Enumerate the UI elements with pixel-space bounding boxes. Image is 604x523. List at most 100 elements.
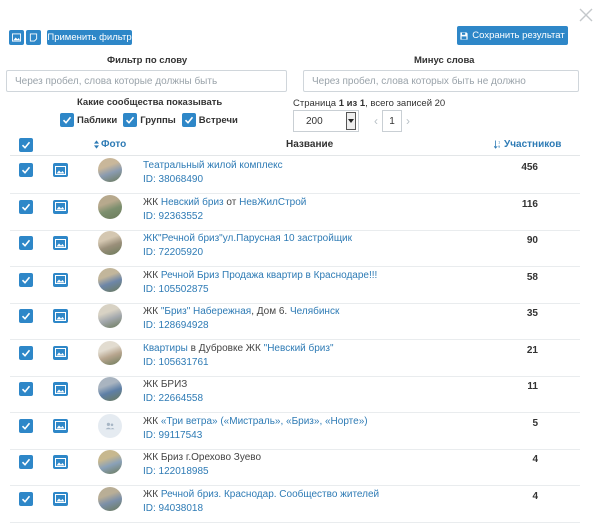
minus-words-input[interactable]: Через пробел, слова которых быть не долж… <box>303 70 579 92</box>
members-count: 456 <box>521 162 538 173</box>
checkbox-checked-icon[interactable] <box>123 113 138 127</box>
community-id: ID: 92363552 <box>143 210 204 222</box>
community-id: ID: 72205920 <box>143 247 204 258</box>
members-count: 5 <box>532 417 538 429</box>
checkbox-checked-icon[interactable] <box>181 113 196 127</box>
community-id: ID: 105631761 <box>143 356 209 368</box>
community-name-text: ЖК Бриз г.Орехово Зуево <box>143 452 262 463</box>
members-count: 90 <box>526 235 538 246</box>
table-row[interactable]: ЖК Невский бриз от НевЖилСтрой ID: 92363… <box>10 192 580 231</box>
community-name-link[interactable]: Театральный жилой комплекс <box>143 160 283 171</box>
image-icon <box>55 384 66 394</box>
row-image-button[interactable] <box>53 345 68 360</box>
table-row[interactable]: ЖК «Три ветра» («Мистраль», «Бриз», «Нор… <box>10 411 580 450</box>
sort-members-header[interactable]: 19 Участников <box>494 139 561 150</box>
community-avatar[interactable] <box>98 377 122 401</box>
table-row[interactable]: Квартиры в Дубровке ЖК "Невский бриз" ID… <box>10 338 580 377</box>
row-checkbox[interactable] <box>19 345 33 360</box>
table-row[interactable]: ЖК Речной Бриз Продажа квартир в Краснод… <box>10 265 580 304</box>
table-row[interactable]: ЖК Бриз г.Орехово Зуево ID: 122018985 4 <box>10 447 580 486</box>
row-image-button[interactable] <box>53 272 68 287</box>
community-name-text: ЖК БРИЗ <box>143 379 188 390</box>
checkbox-checked-icon[interactable] <box>60 113 74 127</box>
image-icon <box>55 421 66 430</box>
row-checkbox[interactable] <box>19 272 33 287</box>
save-result-label: Сохранить результат <box>472 30 565 41</box>
minus-words-placeholder: Через пробел, слова которых быть не долж… <box>312 75 526 87</box>
checkmark-icon <box>21 141 31 149</box>
community-avatar[interactable] <box>98 304 122 328</box>
row-checkbox[interactable] <box>19 418 33 433</box>
filter-events[interactable]: Встречи <box>181 113 238 127</box>
table-row[interactable]: ЖК Речной бриз. Краснодар. Сообщество жи… <box>10 484 580 523</box>
row-checkbox[interactable] <box>19 455 33 469</box>
page-prefix: Страница <box>293 98 339 109</box>
prev-page-icon[interactable]: ‹ <box>374 114 378 128</box>
name-column-label: Название <box>286 139 334 150</box>
word-filter-input[interactable]: Через пробел, слова которые должны быть <box>6 70 287 92</box>
community-avatar[interactable] <box>98 486 122 511</box>
row-checkbox[interactable] <box>19 309 33 323</box>
row-image-button[interactable] <box>53 236 68 250</box>
row-checkbox[interactable] <box>19 491 33 506</box>
per-page-select[interactable]: 200 <box>293 110 359 132</box>
checkmark-icon <box>21 385 31 393</box>
save-result-button[interactable]: Сохранить результат <box>457 26 568 45</box>
community-avatar[interactable] <box>98 340 122 365</box>
community-name-link[interactable]: Речной бриз. Краснодар. Сообщество жител… <box>161 489 379 500</box>
community-avatar[interactable] <box>98 194 122 219</box>
table-row[interactable]: ЖК "Бриз" Набережная, Дом 6. Челябинск I… <box>10 301 580 340</box>
community-id: ID: 22664558 <box>143 393 204 404</box>
row-image-button[interactable] <box>53 199 68 214</box>
members-count: 4 <box>532 454 538 465</box>
filter-publics[interactable]: Паблики <box>60 113 117 127</box>
select-all-checkbox[interactable] <box>19 138 33 152</box>
community-avatar[interactable] <box>98 450 122 474</box>
row-checkbox[interactable] <box>19 163 33 177</box>
close-icon[interactable] <box>579 8 593 22</box>
community-name-link[interactable]: Невский бриз <box>161 197 224 208</box>
community-name-link[interactable]: НевЖилСтрой <box>239 197 306 208</box>
row-image-button[interactable] <box>53 455 68 469</box>
row-checkbox[interactable] <box>19 382 33 396</box>
table-row[interactable]: ЖК"Речной бриз"ул.Парусная 10 застройщик… <box>10 228 580 267</box>
row-image-button[interactable] <box>53 382 68 396</box>
members-count: 116 <box>521 198 538 210</box>
row-checkbox[interactable] <box>19 236 33 250</box>
table-row[interactable]: Театральный жилой комплекс ID: 38068490 … <box>10 155 580 194</box>
community-avatar[interactable] <box>98 267 122 292</box>
checkmark-icon <box>21 422 31 430</box>
community-name-text: ЖК <box>143 488 161 500</box>
row-image-button[interactable] <box>53 309 68 323</box>
sort-photo-header[interactable]: Фото <box>94 139 126 150</box>
row-image-button[interactable] <box>53 491 68 506</box>
community-name-link[interactable]: "Невский бриз" <box>264 343 334 354</box>
row-image-button[interactable] <box>53 418 68 433</box>
community-id: ID: 38068490 <box>143 174 204 185</box>
row-checkbox[interactable] <box>19 199 33 214</box>
apply-filter-button[interactable]: Применить фильтр <box>47 30 132 45</box>
table-row[interactable]: ЖК БРИЗ ID: 22664558 11 <box>10 374 580 413</box>
note-view-button[interactable] <box>26 30 41 45</box>
community-avatar-placeholder[interactable] <box>98 413 122 438</box>
image-icon <box>55 494 66 503</box>
community-name: ЖК Речной Бриз Продажа квартир в Краснод… <box>143 270 377 281</box>
image-view-button[interactable] <box>9 30 24 45</box>
image-icon <box>55 457 66 467</box>
page-number-input[interactable]: 1 <box>382 110 402 132</box>
community-name-link[interactable]: ЖК"Речной бриз"ул.Парусная 10 застройщик <box>143 233 352 244</box>
checkmark-icon <box>21 495 31 503</box>
community-name-link[interactable]: "Бриз" Набережная <box>161 306 251 317</box>
community-name-link[interactable]: «Три ветра» («Мистраль», «Бриз», «Норте»… <box>161 416 368 427</box>
community-name-link[interactable]: Квартиры <box>143 343 188 354</box>
community-name-link[interactable]: Челябинск <box>290 306 339 317</box>
community-avatar[interactable] <box>98 231 122 255</box>
filter-groups[interactable]: Группы <box>123 113 176 127</box>
image-icon <box>55 348 66 357</box>
checkmark-icon <box>21 203 31 211</box>
dropdown-arrow-icon[interactable] <box>346 112 356 130</box>
row-image-button[interactable] <box>53 163 68 177</box>
community-avatar[interactable] <box>98 158 122 182</box>
community-name-link[interactable]: Речной Бриз Продажа квартир в Краснодаре… <box>161 270 377 281</box>
next-page-icon[interactable]: › <box>406 114 410 128</box>
